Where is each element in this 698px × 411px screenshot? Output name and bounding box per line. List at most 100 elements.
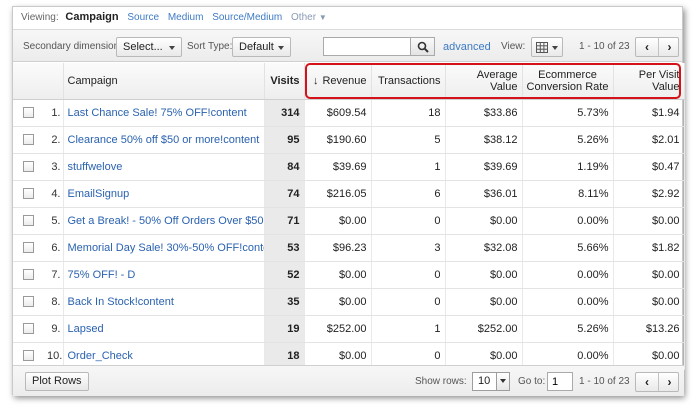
row-revenue: $216.05 — [304, 180, 372, 208]
row-revenue: $190.60 — [304, 126, 372, 154]
footer-next-page-button[interactable]: › — [658, 373, 680, 391]
campaign-link[interactable]: Back In Stock!content — [68, 296, 174, 308]
search-input[interactable] — [323, 37, 411, 56]
campaign-link[interactable]: Order_Check — [68, 350, 133, 362]
row-per-visit-value: $2.92 — [613, 180, 685, 208]
row-visits: 95 — [264, 126, 305, 154]
dimension-medium[interactable]: Medium — [168, 12, 204, 23]
row-conversion-rate: 0.00% — [522, 288, 614, 316]
row-checkbox[interactable] — [23, 161, 34, 173]
row-checkbox-cell — [13, 261, 43, 289]
row-conversion-rate: 8.11% — [522, 180, 614, 208]
row-visits: 35 — [264, 288, 305, 316]
dimension-source[interactable]: Source — [127, 12, 159, 23]
row-per-visit-value: $0.00 — [613, 261, 685, 289]
dimension-other[interactable]: Other ▼ — [291, 12, 327, 23]
row-conversion-rate: 0.00% — [522, 261, 614, 289]
view-label: View: — [501, 41, 526, 52]
row-campaign: Get a Break! - 50% Off Orders Over $50! — [63, 207, 265, 235]
row-checkbox[interactable] — [23, 323, 34, 335]
campaign-link[interactable]: Clearance 50% off $50 or more!content — [68, 134, 260, 146]
row-visits: 19 — [264, 315, 305, 343]
row-checkbox-cell — [13, 315, 43, 343]
row-campaign: stuffwelove — [63, 153, 265, 181]
row-average-value: $0.00 — [445, 288, 523, 316]
table-row: 7. 75% OFF! - D 52 $0.00 0 $0.00 0.00% $0.00 — [13, 261, 685, 289]
data-table: Campaign Visits ↓ Revenue Transactions Av… — [13, 63, 685, 370]
row-index: 2. — [43, 126, 64, 154]
row-revenue: $0.00 — [304, 207, 372, 235]
sort-type-dropdown[interactable]: Default — [232, 37, 291, 57]
table-row: 2. Clearance 50% off $50 or more!content 9… — [13, 126, 685, 154]
row-index: 4. — [43, 180, 64, 208]
row-checkbox[interactable] — [23, 188, 34, 200]
secondary-dimension-dropdown[interactable]: Select... — [116, 37, 182, 57]
campaign-link[interactable]: Lapsed — [68, 323, 104, 335]
next-page-button[interactable]: › — [658, 38, 680, 56]
row-average-value: $252.00 — [445, 315, 523, 343]
row-average-value: $32.08 — [445, 234, 523, 262]
row-conversion-rate: 5.26% — [522, 315, 614, 343]
campaign-link[interactable]: Last Chance Sale! 75% OFF!content — [68, 107, 247, 119]
row-revenue: $609.54 — [304, 99, 372, 127]
row-checkbox[interactable] — [23, 107, 34, 119]
pagination-range: 1 - 10 of 23 — [579, 41, 630, 52]
row-transactions: 3 — [371, 234, 446, 262]
campaign-link[interactable]: Memorial Day Sale! 30%-50% OFF!content — [68, 242, 264, 254]
column-visits[interactable]: Visits — [264, 63, 305, 100]
row-transactions: 18 — [371, 99, 446, 127]
table-row: 9. Lapsed 19 $252.00 1 $252.00 5.26% $13.26 — [13, 315, 685, 343]
row-index: 3. — [43, 153, 64, 181]
row-index: 9. — [43, 315, 64, 343]
row-checkbox[interactable] — [23, 134, 34, 146]
advanced-filter-link[interactable]: advanced — [443, 41, 491, 53]
header-index-cell — [43, 63, 64, 100]
row-revenue: $39.69 — [304, 153, 372, 181]
go-to-input[interactable] — [547, 372, 573, 391]
column-per-visit-value[interactable]: Per Visit Value — [613, 63, 685, 100]
table-header-row: Campaign Visits ↓ Revenue Transactions Av… — [13, 63, 685, 100]
row-revenue: $0.00 — [304, 261, 372, 289]
footer-previous-page-button[interactable]: ‹ — [636, 373, 658, 391]
table-row: 5. Get a Break! - 50% Off Orders Over $50… — [13, 207, 685, 235]
row-campaign: 75% OFF! - D — [63, 261, 265, 289]
plot-rows-button[interactable]: Plot Rows — [25, 372, 89, 391]
row-checkbox[interactable] — [23, 242, 34, 254]
dimension-source-medium[interactable]: Source/Medium — [212, 12, 282, 23]
table-row: 3. stuffwelove 84 $39.69 1 $39.69 1.19% $0.47 — [13, 153, 685, 181]
column-revenue[interactable]: ↓ Revenue — [304, 63, 372, 100]
campaign-link[interactable]: stuffwelove — [68, 161, 123, 173]
view-type-dropdown[interactable] — [531, 37, 563, 57]
show-rows-dropdown-button[interactable] — [496, 373, 509, 390]
column-average-value[interactable]: Average Value — [445, 63, 523, 100]
row-checkbox[interactable] — [23, 350, 34, 362]
row-checkbox-cell — [13, 153, 43, 181]
search-button[interactable] — [411, 37, 435, 56]
campaign-link[interactable]: Get a Break! - 50% Off Orders Over $50! — [68, 215, 264, 227]
row-checkbox[interactable] — [23, 269, 34, 281]
row-index: 7. — [43, 261, 64, 289]
row-index: 1. — [43, 99, 64, 127]
footer-pagination-range: 1 - 10 of 23 — [579, 376, 630, 387]
previous-page-button[interactable]: ‹ — [636, 38, 658, 56]
row-campaign: Clearance 50% off $50 or more!content — [63, 126, 265, 154]
row-visits: 71 — [264, 207, 305, 235]
row-average-value: $39.69 — [445, 153, 523, 181]
row-visits: 52 — [264, 261, 305, 289]
viewing-bar: Viewing: Campaign Source Medium Source/M… — [13, 7, 682, 27]
column-revenue-label: Revenue — [322, 74, 367, 87]
row-checkbox[interactable] — [23, 296, 34, 308]
dimension-campaign[interactable]: Campaign — [65, 11, 118, 23]
campaign-link[interactable]: 75% OFF! - D — [68, 269, 136, 281]
row-checkbox[interactable] — [23, 215, 34, 227]
row-per-visit-value: $2.01 — [613, 126, 685, 154]
column-transactions[interactable]: Transactions — [371, 63, 446, 100]
show-rows-select[interactable]: 10 — [472, 372, 510, 391]
row-checkbox-cell — [13, 126, 43, 154]
table-row: 6. Memorial Day Sale! 30%-50% OFF!content… — [13, 234, 685, 262]
column-ecommerce-conversion-rate[interactable]: Ecommerce Conversion Rate — [522, 63, 614, 100]
row-campaign: Back In Stock!content — [63, 288, 265, 316]
footer-pagination-buttons: ‹ › — [635, 372, 679, 392]
column-campaign[interactable]: Campaign — [63, 63, 265, 100]
campaign-link[interactable]: EmailSignup — [68, 188, 130, 200]
